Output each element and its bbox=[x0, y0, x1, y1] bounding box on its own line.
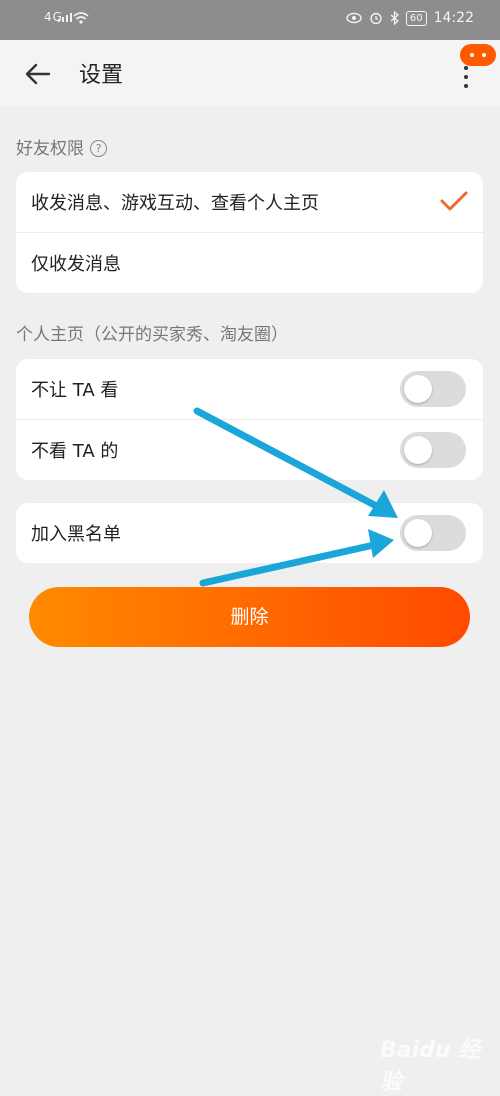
help-icon[interactable]: ? bbox=[90, 140, 107, 157]
friend-permissions-card: 收发消息、游戏互动、查看个人主页 仅收发消息 bbox=[16, 172, 483, 293]
page-title: 设置 bbox=[79, 63, 124, 88]
friend-permissions-heading: 好友权限? bbox=[16, 134, 107, 159]
wifi-icon bbox=[73, 12, 89, 24]
profile-section-title: 个人主页（公开的买家秀、淘友圈） bbox=[16, 325, 288, 345]
permission-option-message-only[interactable]: 仅收发消息 bbox=[16, 232, 483, 293]
more-options-icon[interactable] bbox=[455, 62, 479, 92]
friend-permissions-title: 好友权限 bbox=[16, 139, 84, 159]
bluetooth-icon bbox=[390, 11, 399, 25]
blacklist-row: 加入黑名单 bbox=[16, 503, 483, 563]
back-arrow-icon[interactable] bbox=[24, 60, 52, 88]
eye-icon bbox=[346, 12, 362, 24]
profile-card: 不让 TA 看 不看 TA 的 bbox=[16, 359, 483, 480]
switch-knob bbox=[404, 519, 432, 547]
switch-knob bbox=[404, 436, 432, 464]
clock: 14:22 bbox=[433, 10, 474, 26]
permission-option-label: 收发消息、游戏互动、查看个人主页 bbox=[31, 193, 319, 214]
blacklist-card: 加入黑名单 bbox=[16, 503, 483, 563]
dont-see-theirs-row: 不看 TA 的 bbox=[16, 419, 483, 480]
permission-option-label: 仅收发消息 bbox=[31, 254, 121, 275]
message-badge-icon[interactable] bbox=[460, 44, 496, 66]
status-bar: 4G 60 14:22 bbox=[0, 0, 500, 40]
permission-option-full[interactable]: 收发消息、游戏互动、查看个人主页 bbox=[16, 172, 483, 232]
toggle-label: 不看 TA 的 bbox=[31, 441, 119, 462]
watermark: Baidu 经验 bbox=[380, 1038, 481, 1095]
dont-see-theirs-switch[interactable] bbox=[400, 432, 466, 468]
battery-icon: 60 bbox=[405, 10, 427, 26]
alarm-icon bbox=[370, 12, 382, 25]
checkmark-icon bbox=[440, 191, 468, 211]
delete-button[interactable]: 删除 bbox=[29, 587, 470, 647]
blacklist-switch[interactable] bbox=[400, 515, 466, 551]
hide-from-them-switch[interactable] bbox=[400, 371, 466, 407]
toggle-label: 不让 TA 看 bbox=[31, 380, 119, 401]
hide-from-them-row: 不让 TA 看 bbox=[16, 359, 483, 419]
signal-icon bbox=[58, 13, 72, 22]
blacklist-label: 加入黑名单 bbox=[31, 524, 121, 545]
switch-knob bbox=[404, 375, 432, 403]
app-bar: 设置 bbox=[0, 40, 500, 106]
